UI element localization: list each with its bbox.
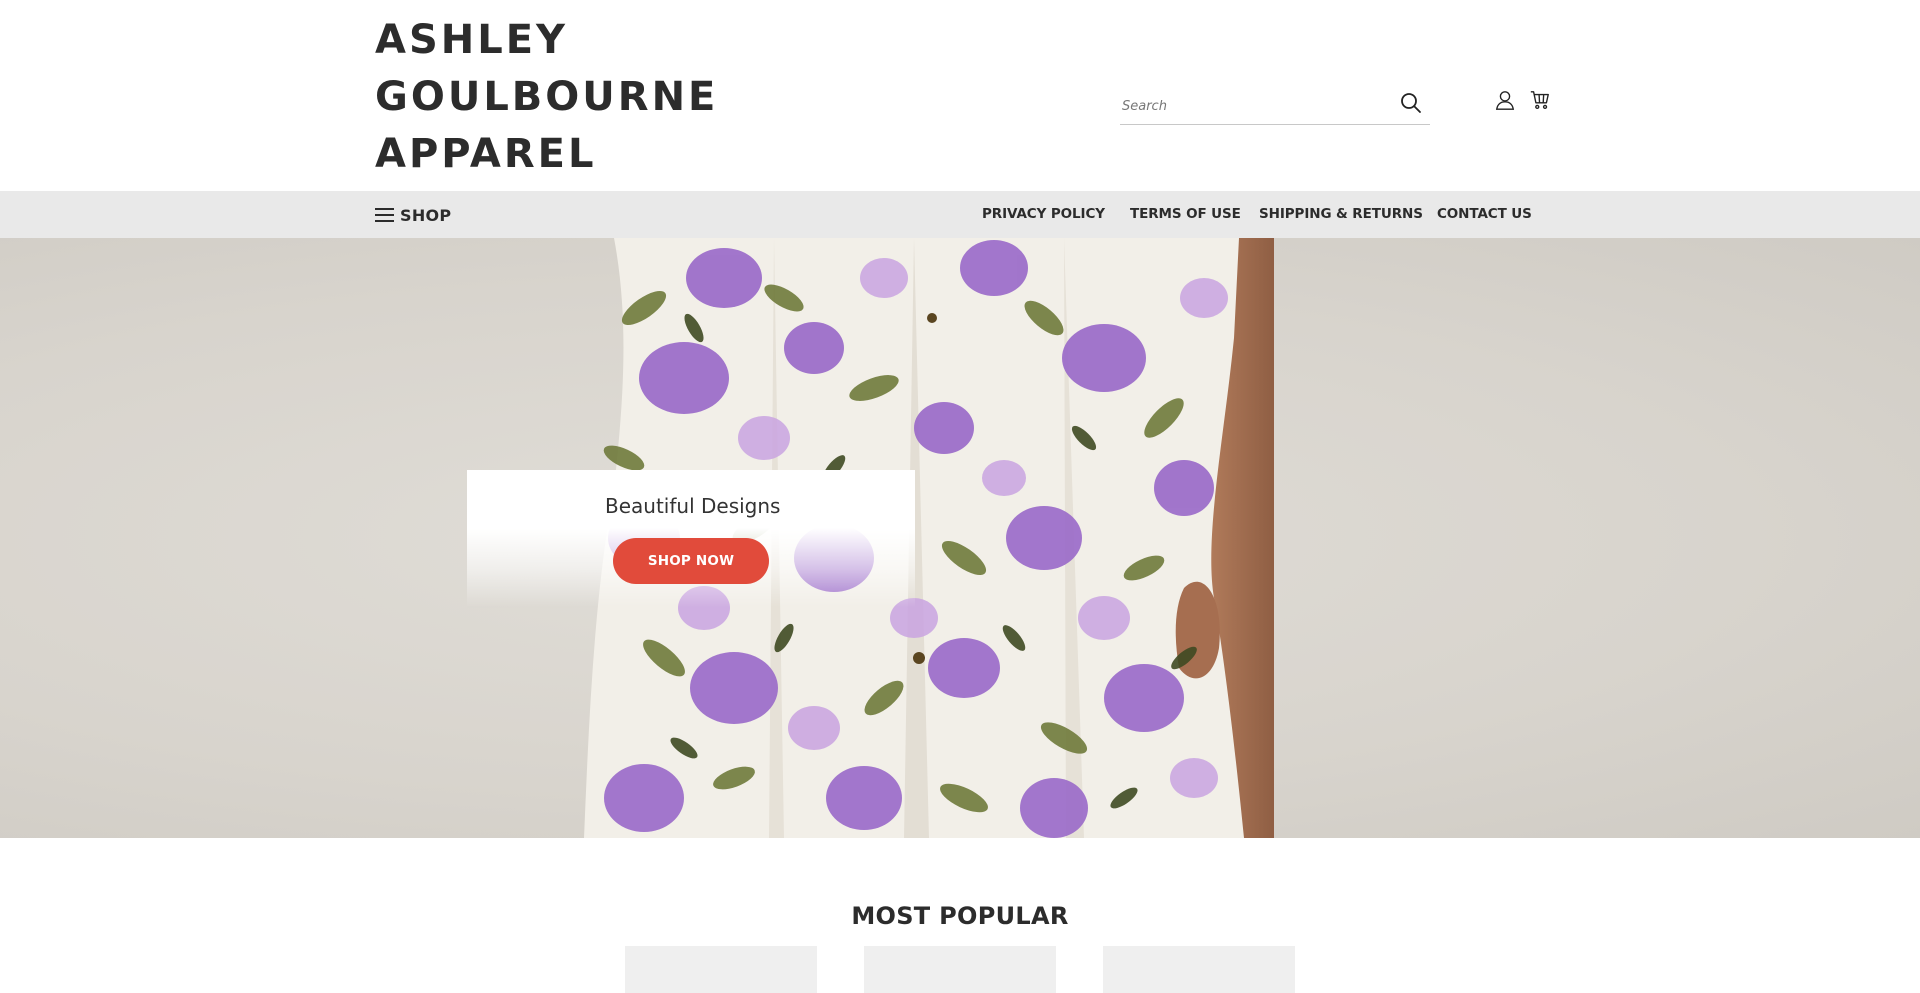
nav-link-contact-us[interactable]: CONTACT US — [1437, 206, 1532, 222]
search-button[interactable] — [1398, 91, 1424, 117]
shop-now-button[interactable]: SHOP NOW — [613, 538, 769, 584]
cart-button[interactable] — [1528, 89, 1552, 113]
logo-line-3: APPAREL — [375, 131, 597, 177]
store-logo[interactable]: ASHLEY GOULBOURNE APPAREL — [375, 12, 795, 183]
product-card[interactable] — [625, 946, 817, 993]
nav-link-shipping-returns[interactable]: SHIPPING & RETURNS — [1259, 206, 1423, 222]
logo-line-2: GOULBOURNE — [375, 74, 719, 120]
nav-link-privacy-policy[interactable]: PRIVACY POLICY — [982, 206, 1105, 222]
shop-label: SHOP — [400, 205, 452, 225]
product-card[interactable] — [1103, 946, 1295, 993]
hero-caption-card: Beautiful Designs SHOP NOW — [467, 470, 915, 608]
user-icon — [1495, 91, 1515, 110]
search-icon — [1401, 93, 1421, 113]
product-card[interactable] — [864, 946, 1056, 993]
search-input[interactable] — [1122, 94, 1392, 118]
hero-title: Beautiful Designs — [605, 494, 781, 518]
shop-menu-toggle[interactable]: SHOP — [375, 203, 451, 227]
cart-icon — [1530, 91, 1549, 110]
site-header: ASHLEY GOULBOURNE APPAREL — [0, 0, 1920, 191]
account-button[interactable] — [1493, 89, 1517, 113]
nav-link-terms-of-use[interactable]: TERMS OF USE — [1130, 206, 1241, 222]
logo-line-1: ASHLEY — [375, 17, 569, 63]
most-popular-heading: MOST POPULAR — [851, 902, 1069, 930]
main-navigation: SHOP PRIVACY POLICY TERMS OF USE SHIPPIN… — [0, 191, 1920, 238]
search-bar — [1120, 88, 1430, 125]
hamburger-icon — [375, 208, 394, 222]
hero-banner: Beautiful Designs SHOP NOW — [0, 238, 1920, 838]
